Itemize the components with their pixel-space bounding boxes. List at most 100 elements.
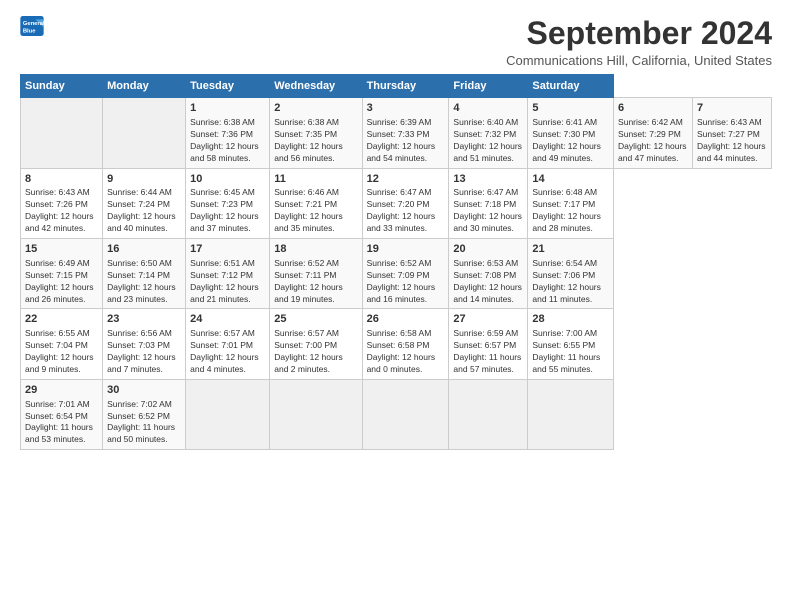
table-row: 8Sunrise: 6:43 AM Sunset: 7:26 PM Daylig… bbox=[21, 168, 103, 238]
table-row: 28Sunrise: 7:00 AM Sunset: 6:55 PM Dayli… bbox=[528, 309, 614, 379]
day-info: Sunrise: 6:41 AM Sunset: 7:30 PM Dayligh… bbox=[532, 117, 609, 165]
table-row: 24Sunrise: 6:57 AM Sunset: 7:01 PM Dayli… bbox=[186, 309, 270, 379]
day-info: Sunrise: 6:38 AM Sunset: 7:36 PM Dayligh… bbox=[190, 117, 265, 165]
day-info: Sunrise: 6:55 AM Sunset: 7:04 PM Dayligh… bbox=[25, 328, 98, 376]
day-info: Sunrise: 6:46 AM Sunset: 7:21 PM Dayligh… bbox=[274, 187, 357, 235]
day-number: 4 bbox=[453, 101, 523, 116]
table-row: 14Sunrise: 6:48 AM Sunset: 7:17 PM Dayli… bbox=[528, 168, 614, 238]
day-info: Sunrise: 6:52 AM Sunset: 7:11 PM Dayligh… bbox=[274, 258, 357, 306]
day-number: 19 bbox=[367, 242, 445, 257]
day-number: 11 bbox=[274, 172, 357, 187]
day-number: 30 bbox=[107, 383, 181, 398]
table-row: 21Sunrise: 6:54 AM Sunset: 7:06 PM Dayli… bbox=[528, 239, 614, 309]
day-number: 9 bbox=[107, 172, 181, 187]
col-wednesday: Wednesday bbox=[270, 75, 362, 98]
day-number: 21 bbox=[532, 242, 609, 257]
day-info: Sunrise: 6:51 AM Sunset: 7:12 PM Dayligh… bbox=[190, 258, 265, 306]
table-row bbox=[103, 98, 186, 168]
table-row: 23Sunrise: 6:56 AM Sunset: 7:03 PM Dayli… bbox=[103, 309, 186, 379]
table-row bbox=[449, 379, 528, 449]
col-saturday: Saturday bbox=[528, 75, 614, 98]
day-info: Sunrise: 6:58 AM Sunset: 6:58 PM Dayligh… bbox=[367, 328, 445, 376]
day-info: Sunrise: 7:02 AM Sunset: 6:52 PM Dayligh… bbox=[107, 399, 181, 447]
page: General Blue September 2024 Communicatio… bbox=[0, 0, 792, 612]
table-row: 13Sunrise: 6:47 AM Sunset: 7:18 PM Dayli… bbox=[449, 168, 528, 238]
table-row: 1Sunrise: 6:38 AM Sunset: 7:36 PM Daylig… bbox=[186, 98, 270, 168]
svg-text:General: General bbox=[23, 21, 44, 27]
subtitle: Communications Hill, California, United … bbox=[506, 53, 772, 68]
svg-text:Blue: Blue bbox=[23, 29, 36, 35]
col-thursday: Thursday bbox=[362, 75, 449, 98]
day-number: 25 bbox=[274, 312, 357, 327]
table-row: 19Sunrise: 6:52 AM Sunset: 7:09 PM Dayli… bbox=[362, 239, 449, 309]
day-number: 26 bbox=[367, 312, 445, 327]
day-info: Sunrise: 6:43 AM Sunset: 7:27 PM Dayligh… bbox=[697, 117, 767, 165]
day-number: 13 bbox=[453, 172, 523, 187]
day-info: Sunrise: 6:47 AM Sunset: 7:18 PM Dayligh… bbox=[453, 187, 523, 235]
week-row-0: 1Sunrise: 6:38 AM Sunset: 7:36 PM Daylig… bbox=[21, 98, 772, 168]
day-number: 14 bbox=[532, 172, 609, 187]
day-info: Sunrise: 6:40 AM Sunset: 7:32 PM Dayligh… bbox=[453, 117, 523, 165]
day-info: Sunrise: 6:43 AM Sunset: 7:26 PM Dayligh… bbox=[25, 187, 98, 235]
col-tuesday: Tuesday bbox=[186, 75, 270, 98]
day-info: Sunrise: 6:57 AM Sunset: 7:01 PM Dayligh… bbox=[190, 328, 265, 376]
table-row: 29Sunrise: 7:01 AM Sunset: 6:54 PM Dayli… bbox=[21, 379, 103, 449]
day-number: 10 bbox=[190, 172, 265, 187]
week-row-2: 15Sunrise: 6:49 AM Sunset: 7:15 PM Dayli… bbox=[21, 239, 772, 309]
day-number: 6 bbox=[618, 101, 688, 116]
day-number: 17 bbox=[190, 242, 265, 257]
day-number: 1 bbox=[190, 101, 265, 116]
day-number: 3 bbox=[367, 101, 445, 116]
table-row: 3Sunrise: 6:39 AM Sunset: 7:33 PM Daylig… bbox=[362, 98, 449, 168]
day-number: 12 bbox=[367, 172, 445, 187]
table-row: 22Sunrise: 6:55 AM Sunset: 7:04 PM Dayli… bbox=[21, 309, 103, 379]
table-row: 15Sunrise: 6:49 AM Sunset: 7:15 PM Dayli… bbox=[21, 239, 103, 309]
day-info: Sunrise: 6:57 AM Sunset: 7:00 PM Dayligh… bbox=[274, 328, 357, 376]
table-row: 5Sunrise: 6:41 AM Sunset: 7:30 PM Daylig… bbox=[528, 98, 614, 168]
table-row: 18Sunrise: 6:52 AM Sunset: 7:11 PM Dayli… bbox=[270, 239, 362, 309]
day-number: 7 bbox=[697, 101, 767, 116]
table-row: 25Sunrise: 6:57 AM Sunset: 7:00 PM Dayli… bbox=[270, 309, 362, 379]
day-number: 15 bbox=[25, 242, 98, 257]
day-info: Sunrise: 6:44 AM Sunset: 7:24 PM Dayligh… bbox=[107, 187, 181, 235]
day-number: 5 bbox=[532, 101, 609, 116]
day-number: 27 bbox=[453, 312, 523, 327]
day-number: 28 bbox=[532, 312, 609, 327]
col-monday: Monday bbox=[103, 75, 186, 98]
table-row: 30Sunrise: 7:02 AM Sunset: 6:52 PM Dayli… bbox=[103, 379, 186, 449]
week-row-3: 22Sunrise: 6:55 AM Sunset: 7:04 PM Dayli… bbox=[21, 309, 772, 379]
week-row-4: 29Sunrise: 7:01 AM Sunset: 6:54 PM Dayli… bbox=[21, 379, 772, 449]
main-title: September 2024 bbox=[506, 16, 772, 51]
day-number: 22 bbox=[25, 312, 98, 327]
day-info: Sunrise: 7:01 AM Sunset: 6:54 PM Dayligh… bbox=[25, 399, 98, 447]
day-info: Sunrise: 6:45 AM Sunset: 7:23 PM Dayligh… bbox=[190, 187, 265, 235]
day-number: 29 bbox=[25, 383, 98, 398]
table-row: 11Sunrise: 6:46 AM Sunset: 7:21 PM Dayli… bbox=[270, 168, 362, 238]
table-row: 4Sunrise: 6:40 AM Sunset: 7:32 PM Daylig… bbox=[449, 98, 528, 168]
day-info: Sunrise: 6:59 AM Sunset: 6:57 PM Dayligh… bbox=[453, 328, 523, 376]
day-number: 2 bbox=[274, 101, 357, 116]
logo: General Blue bbox=[20, 16, 44, 36]
table-row bbox=[528, 379, 614, 449]
calendar: Sunday Monday Tuesday Wednesday Thursday… bbox=[20, 74, 772, 450]
day-info: Sunrise: 6:50 AM Sunset: 7:14 PM Dayligh… bbox=[107, 258, 181, 306]
table-row: 10Sunrise: 6:45 AM Sunset: 7:23 PM Dayli… bbox=[186, 168, 270, 238]
day-info: Sunrise: 6:54 AM Sunset: 7:06 PM Dayligh… bbox=[532, 258, 609, 306]
table-row: 26Sunrise: 6:58 AM Sunset: 6:58 PM Dayli… bbox=[362, 309, 449, 379]
title-block: September 2024 Communications Hill, Cali… bbox=[506, 16, 772, 68]
table-row bbox=[21, 98, 103, 168]
day-info: Sunrise: 6:47 AM Sunset: 7:20 PM Dayligh… bbox=[367, 187, 445, 235]
day-number: 20 bbox=[453, 242, 523, 257]
day-info: Sunrise: 6:38 AM Sunset: 7:35 PM Dayligh… bbox=[274, 117, 357, 165]
day-info: Sunrise: 6:42 AM Sunset: 7:29 PM Dayligh… bbox=[618, 117, 688, 165]
logo-icon: General Blue bbox=[20, 16, 44, 36]
table-row: 16Sunrise: 6:50 AM Sunset: 7:14 PM Dayli… bbox=[103, 239, 186, 309]
table-row: 9Sunrise: 6:44 AM Sunset: 7:24 PM Daylig… bbox=[103, 168, 186, 238]
day-number: 23 bbox=[107, 312, 181, 327]
day-info: Sunrise: 7:00 AM Sunset: 6:55 PM Dayligh… bbox=[532, 328, 609, 376]
header-row: Sunday Monday Tuesday Wednesday Thursday… bbox=[21, 75, 772, 98]
day-info: Sunrise: 6:56 AM Sunset: 7:03 PM Dayligh… bbox=[107, 328, 181, 376]
week-row-1: 8Sunrise: 6:43 AM Sunset: 7:26 PM Daylig… bbox=[21, 168, 772, 238]
table-row: 7Sunrise: 6:43 AM Sunset: 7:27 PM Daylig… bbox=[693, 98, 772, 168]
table-row: 17Sunrise: 6:51 AM Sunset: 7:12 PM Dayli… bbox=[186, 239, 270, 309]
